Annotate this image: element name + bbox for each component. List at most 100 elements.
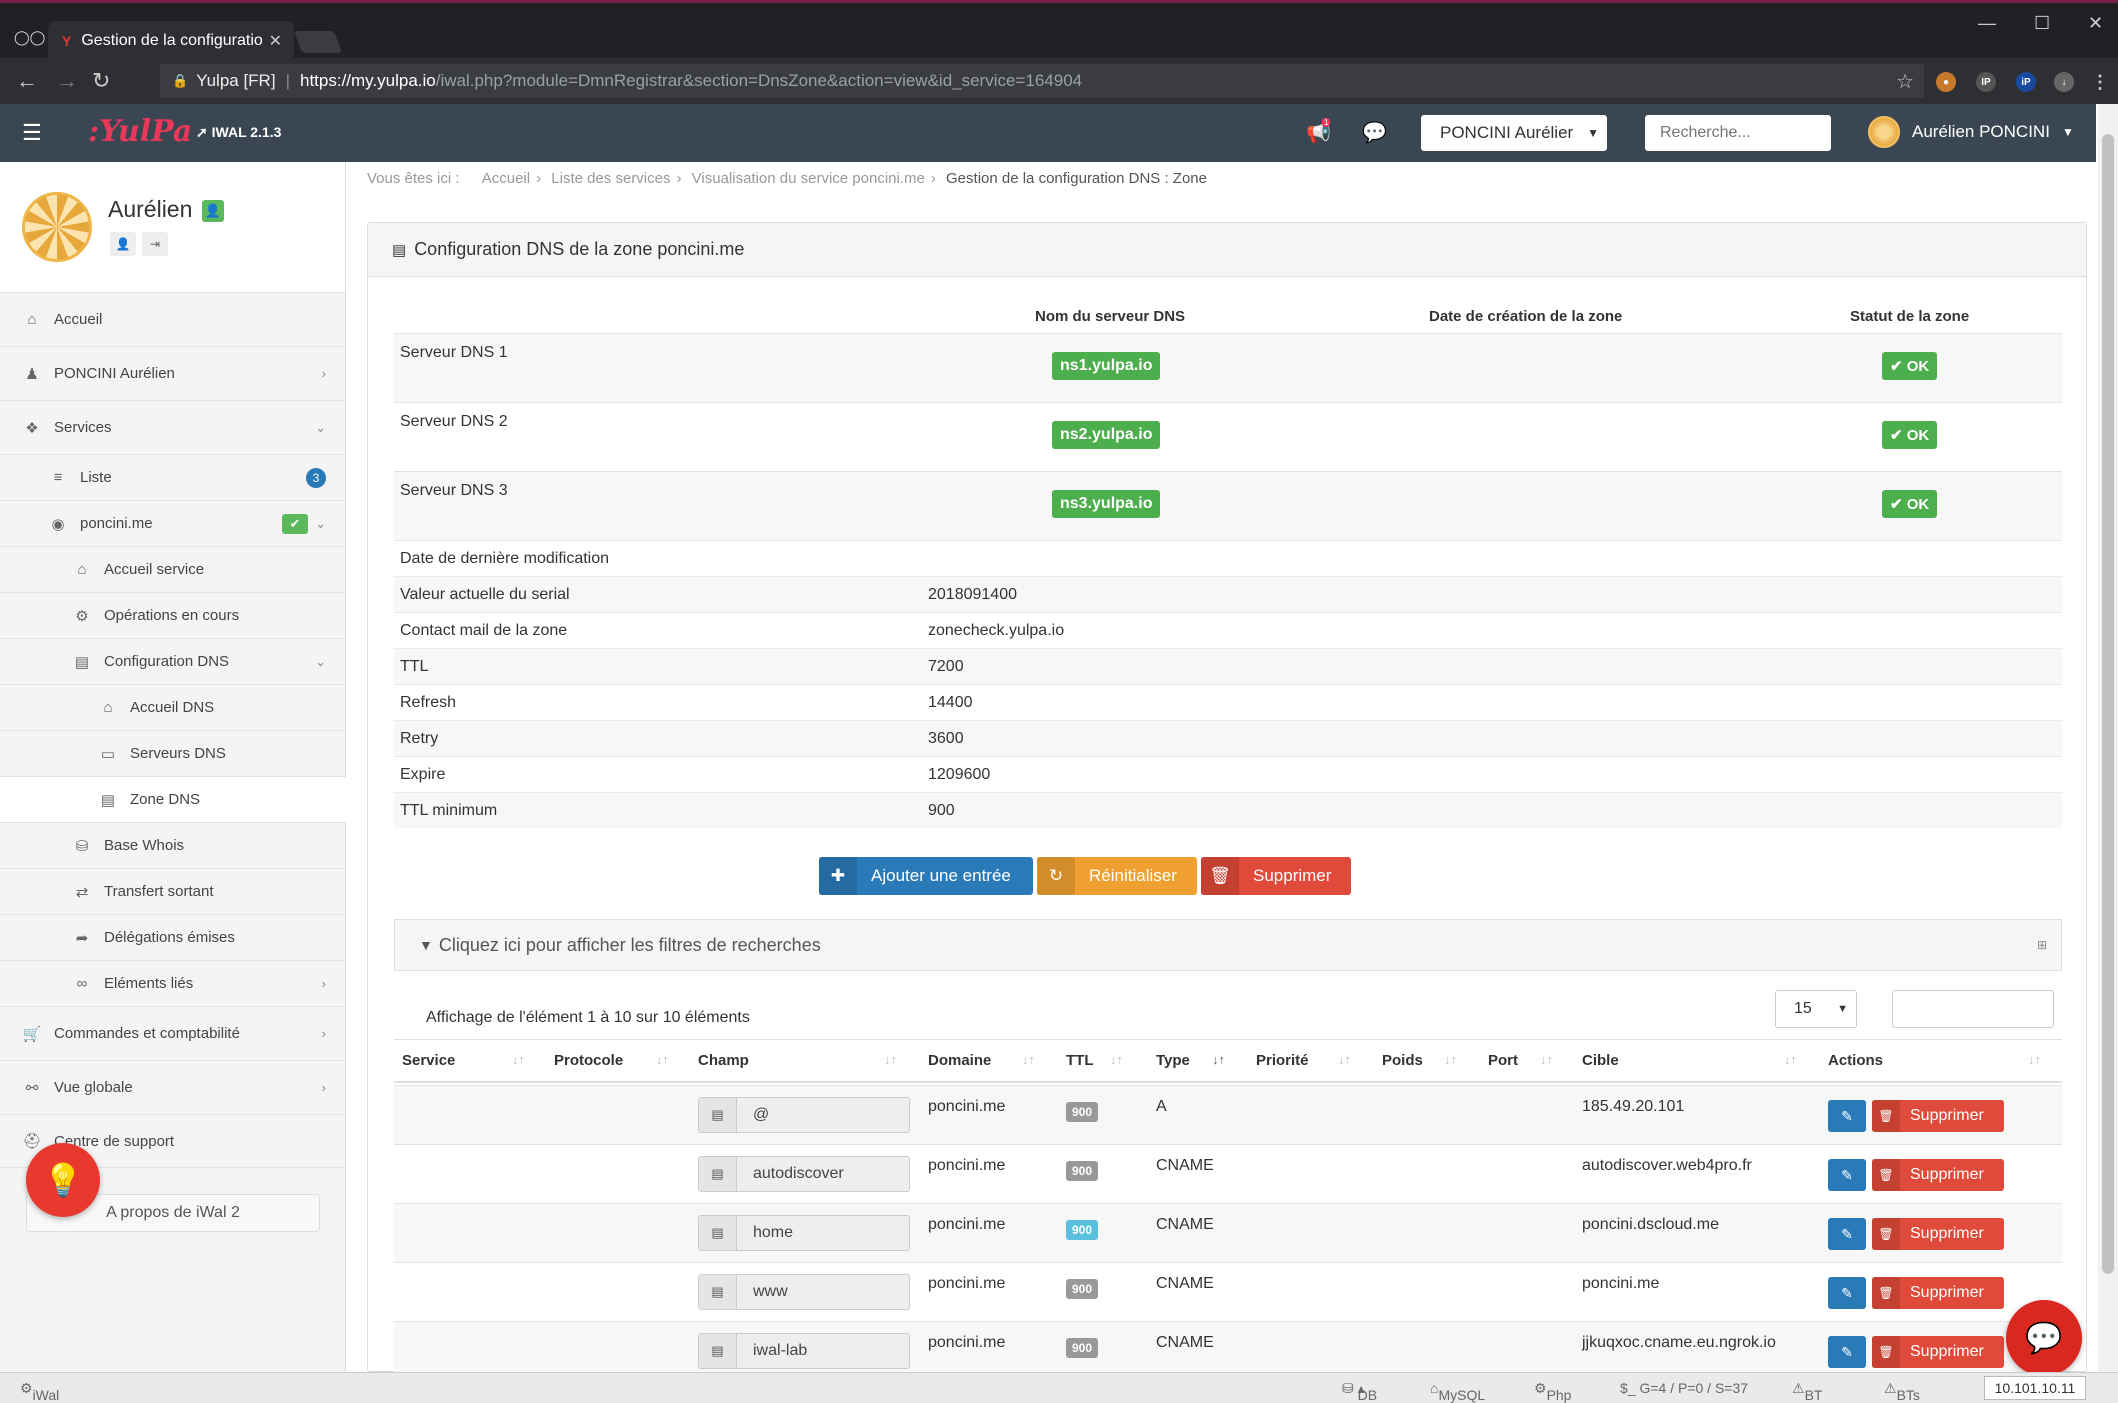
edit-record-button[interactable]: ✎ xyxy=(1828,1218,1866,1250)
delete-record-button[interactable]: 🗑 Supprimer xyxy=(1872,1159,2004,1191)
sidebar-item-serveurs-dns[interactable]: ▭ Serveurs DNS xyxy=(0,730,346,776)
sort-icon[interactable]: ↓↑ xyxy=(1444,1052,1457,1067)
add-entry-button[interactable]: ✚ Ajouter une entrée xyxy=(819,857,1033,895)
profile-user-icon[interactable]: 👤 xyxy=(110,232,136,256)
champ-field[interactable]: ▤ home xyxy=(698,1215,910,1251)
sidebar-item-elements-lies[interactable]: ∞ Eléments liés › xyxy=(0,960,346,1006)
champ-field[interactable]: ▤ iwal-lab xyxy=(698,1333,910,1369)
sidebar-item-commandes[interactable]: 🛒 Commandes et comptabilité › xyxy=(0,1006,346,1060)
reload-icon[interactable]: ↻ xyxy=(92,68,110,94)
sidebar-item-delegations[interactable]: ➦ Délégations émises xyxy=(0,914,346,960)
footer-globals[interactable]: $_ G=4 / P=0 / S=37 xyxy=(1620,1380,1748,1396)
col-type[interactable]: Type xyxy=(1156,1052,1190,1069)
user-menu[interactable]: Aurélien PONCINI ▼ xyxy=(1868,116,2074,148)
bookmark-star-icon[interactable]: ☆ xyxy=(1896,69,1914,94)
delete-record-button[interactable]: 🗑 Supprimer xyxy=(1872,1277,2004,1309)
sort-icon[interactable]: ↓↑ xyxy=(1338,1052,1351,1067)
delete-record-button[interactable]: 🗑 Supprimer xyxy=(1872,1336,2004,1368)
maximize-icon[interactable]: ☐ xyxy=(2034,13,2050,34)
sort-icon[interactable]: ↓↑ xyxy=(1110,1052,1123,1067)
col-protocole[interactable]: Protocole xyxy=(554,1052,623,1069)
delete-record-button[interactable]: 🗑 Supprimer xyxy=(1872,1100,2004,1132)
sort-icon[interactable]: ↓↑ xyxy=(1022,1052,1035,1067)
champ-field[interactable]: ▤ www xyxy=(698,1274,910,1310)
col-priorite[interactable]: Priorité xyxy=(1256,1052,1309,1069)
sort-icon[interactable]: ↓↑ xyxy=(656,1052,669,1067)
col-domaine[interactable]: Domaine xyxy=(928,1052,991,1069)
page-length-select[interactable]: 15 ▼ xyxy=(1775,990,1857,1028)
back-icon[interactable]: ← xyxy=(16,68,38,94)
logout-icon[interactable]: ⇥ xyxy=(142,232,168,256)
footer-db[interactable]: ⛁ DB ▴ xyxy=(1342,1380,1377,1403)
col-actions[interactable]: Actions xyxy=(1828,1052,1883,1069)
sidebar-item-vue-globale[interactable]: ⚯ Vue globale › xyxy=(0,1060,346,1114)
sidebar-item-accueil[interactable]: ⌂ Accueil xyxy=(0,292,346,346)
lightbulb-icon[interactable]: 💡 xyxy=(26,1143,100,1217)
sidebar-item-services[interactable]: ❖ Services ⌄ xyxy=(0,400,346,454)
file-icon: ▤ xyxy=(699,1275,737,1309)
sidebar-item-liste[interactable]: ≡ Liste 3 xyxy=(0,454,346,500)
sidebar-toggle-icon[interactable]: ☰ xyxy=(22,120,42,146)
close-window-icon[interactable]: ✕ xyxy=(2088,13,2103,34)
footer-bt[interactable]: ⚠ BT = 0 xyxy=(1792,1380,1822,1403)
sidebar-item-base-whois[interactable]: ⛁ Base Whois xyxy=(0,822,346,868)
champ-field[interactable]: ▤ autodiscover xyxy=(698,1156,910,1192)
sort-asc-icon[interactable]: ↓↑ xyxy=(1212,1052,1225,1067)
footer-bts[interactable]: ⚠ BTs = 0 xyxy=(1884,1380,1920,1403)
live-chat-icon[interactable]: 💬 xyxy=(2006,1300,2082,1376)
sort-icon[interactable]: ↓↑ xyxy=(2028,1052,2041,1067)
ip-extension-icon[interactable]: IP xyxy=(1976,72,1996,92)
new-tab-button[interactable] xyxy=(293,31,343,53)
edit-record-button[interactable]: ✎ xyxy=(1828,1277,1866,1309)
col-cible[interactable]: Cible xyxy=(1582,1052,1619,1069)
ip-lookup-extension-icon[interactable]: iP xyxy=(2016,72,2036,92)
sidebar-item-poncini-me[interactable]: ◉ poncini.me ✔ ⌄ xyxy=(0,500,346,546)
chat-icon[interactable]: 💬 xyxy=(1362,120,1387,145)
champ-field[interactable]: ▤ @ xyxy=(698,1097,910,1133)
col-port[interactable]: Port xyxy=(1488,1052,1518,1069)
yulpa-logo[interactable]: :YulPa xyxy=(88,114,192,149)
search-input[interactable] xyxy=(1645,115,1831,151)
breadcrumb-item[interactable]: Liste des services xyxy=(551,170,670,187)
minimize-icon[interactable]: — xyxy=(1978,13,1996,34)
chrome-menu-icon[interactable]: ⋮ xyxy=(2090,72,2110,92)
page-scrollbar[interactable] xyxy=(2098,104,2118,1374)
browser-tab[interactable]: Y Gestion de la configuratio ✕ xyxy=(48,21,294,61)
footer-mysql[interactable]: ⌂ MySQL xyxy=(1430,1380,1485,1403)
col-service[interactable]: Service xyxy=(402,1052,455,1069)
expand-icon[interactable]: ⊞ xyxy=(2037,938,2047,952)
col-champ[interactable]: Champ xyxy=(698,1052,749,1069)
sidebar-item-transfert-sortant[interactable]: ⇄ Transfert sortant xyxy=(0,868,346,914)
search-filters-toggle[interactable]: ▼ Cliquez ici pour afficher les filtres … xyxy=(394,919,2062,971)
col-poids[interactable]: Poids xyxy=(1382,1052,1423,1069)
delete-record-button[interactable]: 🗑 Supprimer xyxy=(1872,1218,2004,1250)
close-tab-icon[interactable]: ✕ xyxy=(269,31,282,51)
sort-icon[interactable]: ↓↑ xyxy=(512,1052,525,1067)
breadcrumb-item[interactable]: Visualisation du service poncini.me xyxy=(692,170,925,187)
reset-button[interactable]: ↻ Réinitialiser xyxy=(1037,857,1197,895)
sort-icon[interactable]: ↓↑ xyxy=(1784,1052,1797,1067)
download-extension-icon[interactable]: ↓ xyxy=(2054,72,2074,92)
cookie-extension-icon[interactable]: ● xyxy=(1936,72,1956,92)
sort-icon[interactable]: ↓↑ xyxy=(1540,1052,1553,1067)
url-bar[interactable]: 🔒 Yulpa [FR] | https://my.yulpa.io /iwal… xyxy=(160,64,1924,98)
forward-icon[interactable]: → xyxy=(56,68,78,94)
sidebar-item-accueil-service[interactable]: ⌂ Accueil service xyxy=(0,546,346,592)
breadcrumb-item[interactable]: Accueil xyxy=(482,170,530,187)
sidebar-item-configuration-dns[interactable]: ▤ Configuration DNS ⌄ xyxy=(0,638,346,684)
sidebar-item-operations[interactable]: ⚙ Opérations en cours xyxy=(0,592,346,638)
footer-php[interactable]: ⚙ Php xyxy=(1534,1380,1571,1403)
panel-header: ▤ Configuration DNS de la zone poncini.m… xyxy=(368,223,2086,277)
edit-record-button[interactable]: ✎ xyxy=(1828,1336,1866,1368)
sidebar-item-zone-dns[interactable]: ▤ Zone DNS xyxy=(0,776,346,822)
edit-record-button[interactable]: ✎ xyxy=(1828,1100,1866,1132)
delete-zone-button[interactable]: 🗑 Supprimer xyxy=(1201,857,1351,895)
sidebar-item-account[interactable]: ♟ PONCINI Aurélien › xyxy=(0,346,346,400)
sidebar-item-accueil-dns[interactable]: ⌂ Accueil DNS xyxy=(0,684,346,730)
table-filter-input[interactable] xyxy=(1892,990,2054,1028)
scrollbar-thumb[interactable] xyxy=(2102,134,2114,1274)
sort-icon[interactable]: ↓↑ xyxy=(884,1052,897,1067)
account-select[interactable]: PONCINI Aurélier ▼ xyxy=(1421,115,1607,151)
edit-record-button[interactable]: ✎ xyxy=(1828,1159,1866,1191)
col-ttl[interactable]: TTL xyxy=(1066,1052,1094,1069)
